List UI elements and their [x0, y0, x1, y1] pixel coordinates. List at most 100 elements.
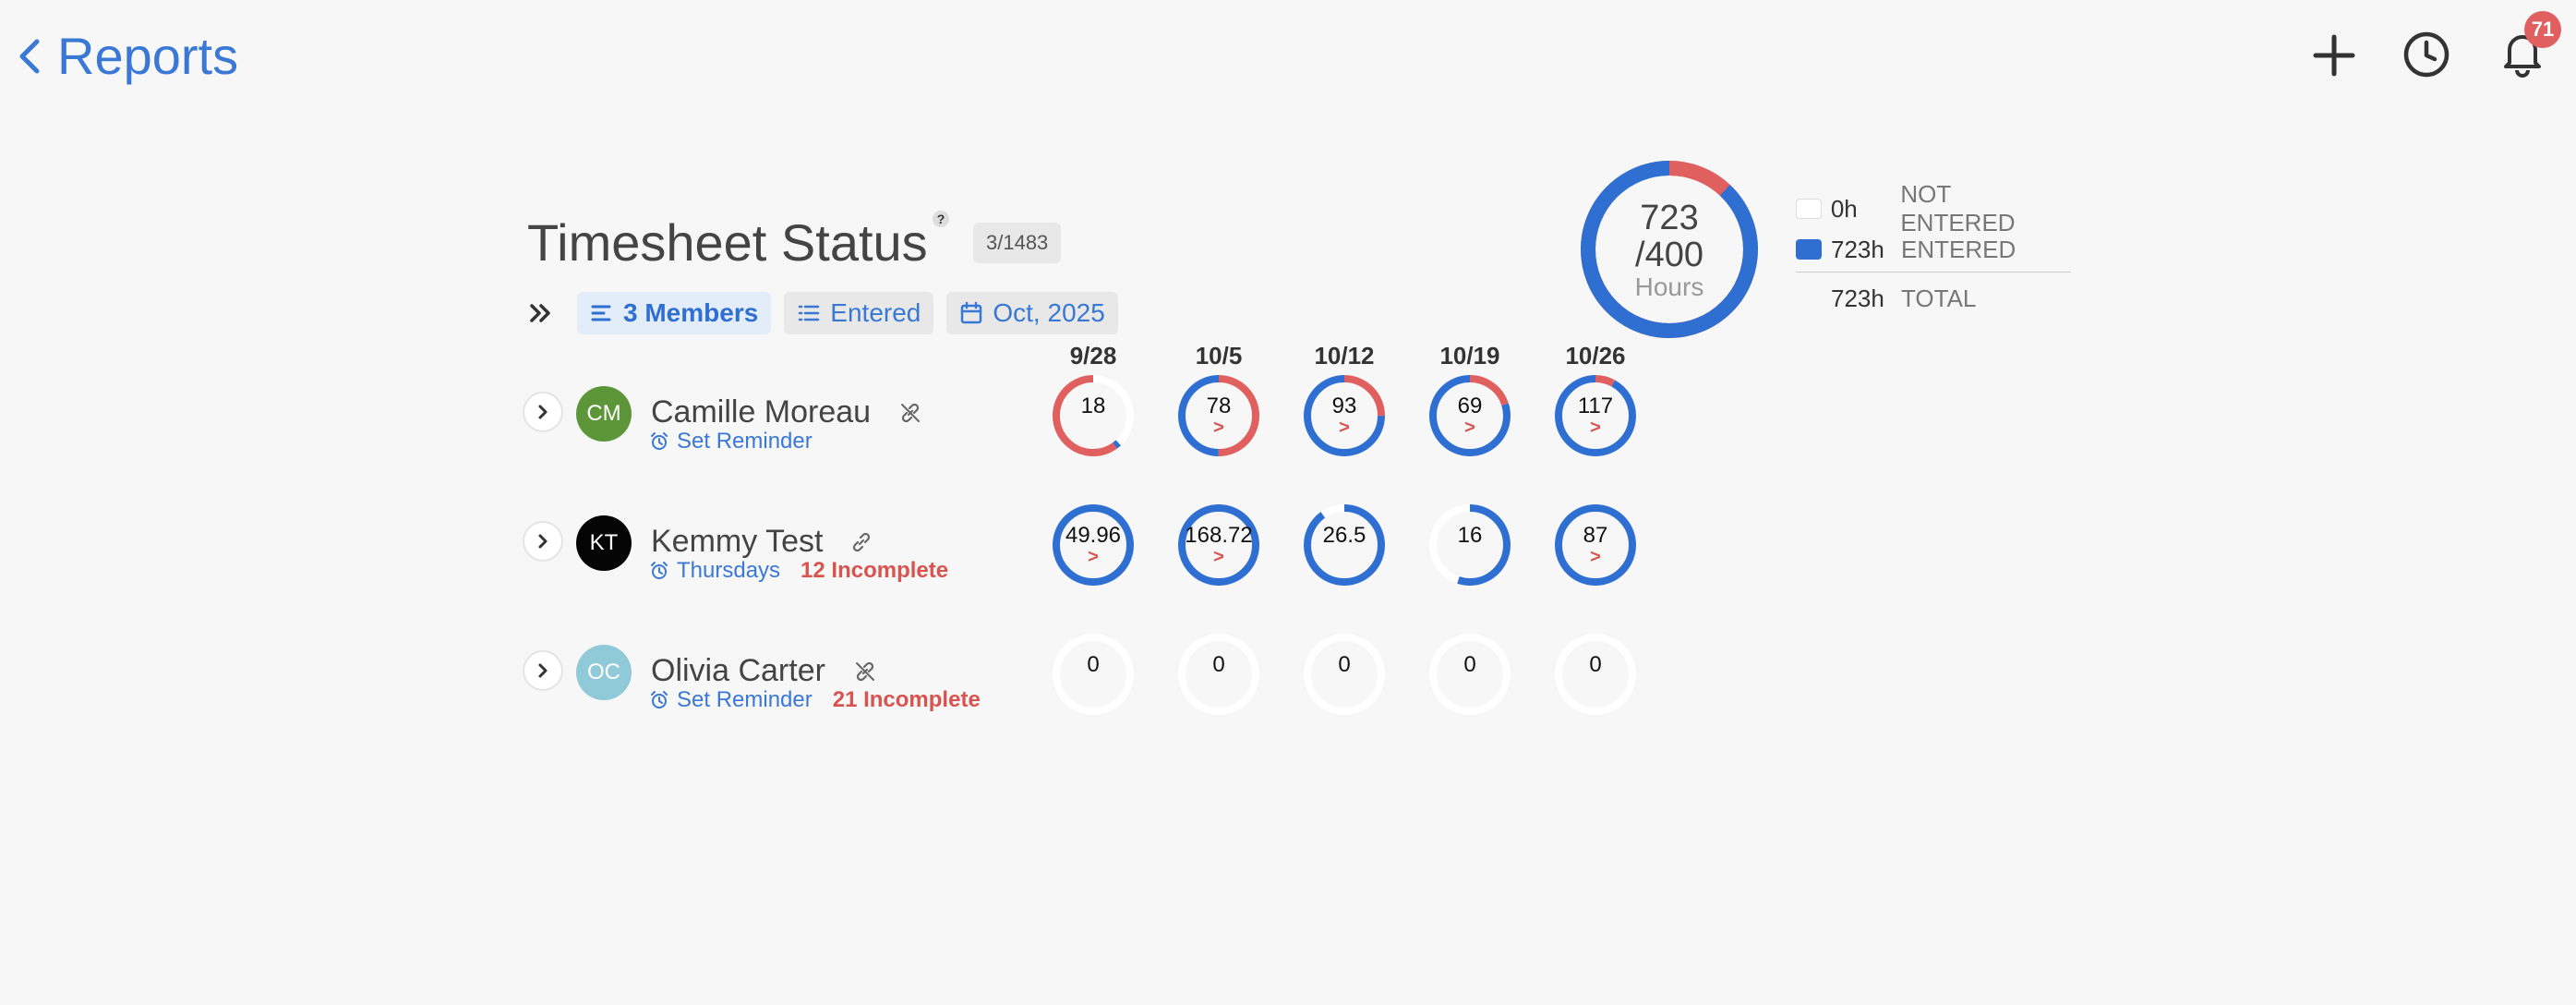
list-icon — [799, 305, 820, 321]
legend-label: ENTERED — [1901, 235, 2016, 263]
back-to-reports-link[interactable]: Reports — [17, 24, 238, 89]
ring-value: 117 — [1577, 394, 1614, 418]
incomplete-count[interactable]: 12 Incomplete — [800, 558, 948, 584]
reminder-label: Thursdays — [677, 558, 781, 583]
add-icon[interactable] — [2311, 32, 2357, 79]
help-icon[interactable]: ? — [933, 211, 949, 227]
ring-value: 16 — [1457, 523, 1483, 548]
notification-badge: 71 — [2524, 11, 2561, 48]
week-header: 9/28 — [1069, 342, 1117, 369]
row-expand-button[interactable] — [523, 392, 563, 432]
double-chevron-right-icon — [530, 304, 550, 322]
over-flag: > — [1213, 418, 1224, 438]
ring-value: 18 — [1080, 394, 1106, 418]
reminder-link[interactable]: Set Reminder — [649, 429, 813, 454]
week-hours-ring[interactable]: 168.72 > — [1176, 502, 1261, 587]
legend-label: NOT ENTERED — [1900, 180, 2016, 236]
over-flag: > — [1464, 418, 1475, 438]
over-flag: > — [1213, 547, 1224, 567]
legend-spacer — [1796, 288, 1822, 309]
ring-value: 0 — [1338, 652, 1351, 677]
status-filter-label: Entered — [830, 298, 921, 327]
reminder-label: Set Reminder — [677, 429, 813, 454]
hours-target: /400 — [1635, 236, 1703, 274]
reminder-label: Set Reminder — [677, 687, 813, 712]
chevron-right-icon — [538, 405, 548, 419]
ring-value: 0 — [1463, 652, 1476, 677]
member-name[interactable]: Kemmy Test — [651, 523, 823, 560]
hours-unit: Hours — [1634, 272, 1704, 301]
week-hours-ring[interactable]: 78 > — [1176, 373, 1261, 458]
row-expand-button[interactable] — [523, 650, 563, 691]
member-name[interactable]: Camille Moreau — [651, 394, 871, 430]
week-hours-ring[interactable]: 0 — [1051, 632, 1136, 717]
period-filter-label: Oct, 2025 — [993, 298, 1105, 327]
link-icon[interactable] — [898, 401, 922, 425]
status-filter[interactable]: Entered — [784, 292, 934, 334]
legend-label: TOTAL — [1901, 284, 1977, 312]
incomplete-count[interactable]: 21 Incomplete — [833, 687, 981, 713]
legend-value: 0h — [1830, 194, 1858, 223]
week-hours-ring[interactable]: 49.96 > — [1051, 502, 1136, 587]
alarm-clock-icon — [651, 691, 668, 708]
week-hours-ring[interactable]: 87 > — [1553, 502, 1638, 587]
ring-value: 78 — [1206, 394, 1232, 418]
row-expand-button[interactable] — [523, 521, 563, 562]
legend-value: 723h — [1831, 235, 1884, 263]
hours-entered: 723 — [1640, 199, 1699, 237]
legend-swatch-entered — [1796, 239, 1822, 260]
week-header: 10/19 — [1439, 342, 1500, 369]
week-hours-ring[interactable]: 18 — [1051, 373, 1136, 458]
week-hours-ring[interactable]: 0 — [1302, 632, 1387, 717]
week-hours-ring[interactable]: 26.5 — [1302, 502, 1387, 587]
ring-value: 26.5 — [1322, 523, 1366, 548]
members-filter-label: 3 Members — [623, 298, 759, 327]
over-flag: > — [1339, 418, 1350, 438]
align-left-icon — [591, 305, 611, 321]
count-chip: 3/1483 — [973, 223, 1062, 263]
reminder-link[interactable]: Set Reminder — [649, 687, 813, 713]
avatar: CM — [576, 386, 632, 442]
legend-value: 723h — [1831, 284, 1884, 312]
week-hours-ring[interactable]: 93 > — [1302, 373, 1387, 458]
week-hours-ring[interactable]: 0 — [1427, 632, 1512, 717]
page-title: Timesheet Status — [527, 213, 928, 272]
week-hours-ring[interactable]: 69 > — [1427, 373, 1512, 458]
period-filter[interactable]: Oct, 2025 — [946, 292, 1118, 334]
back-label: Reports — [57, 27, 239, 85]
legend-total: 723h TOTAL — [1796, 278, 2071, 319]
ring-value: 0 — [1589, 652, 1602, 677]
clock-icon[interactable] — [2401, 30, 2451, 79]
link-icon[interactable] — [849, 530, 873, 554]
notifications-button[interactable]: 71 — [2497, 11, 2561, 78]
ring-value: 168.72 — [1185, 523, 1253, 548]
ring-value: 87 — [1583, 523, 1608, 548]
link-icon[interactable] — [853, 660, 877, 684]
expand-all-button[interactable] — [527, 292, 560, 334]
member-name[interactable]: Olivia Carter — [651, 652, 825, 689]
over-flag: > — [1590, 418, 1601, 438]
ring-value: 93 — [1331, 394, 1357, 418]
week-hours-ring[interactable]: 0 — [1553, 632, 1638, 717]
chevron-left-icon — [19, 39, 40, 74]
calendar-icon — [961, 301, 982, 324]
ring-value: 69 — [1457, 394, 1483, 418]
legend-not-entered: 0h NOT ENTERED — [1796, 180, 2071, 236]
filter-toolbar: 3 Members Entered Oct, 2025 — [527, 292, 1131, 334]
hours-summary-donut: 723 /400 Hours — [1579, 159, 1760, 340]
alarm-clock-icon — [651, 562, 668, 579]
avatar: OC — [576, 645, 632, 700]
reminder-link[interactable]: Thursdays — [649, 558, 780, 584]
week-header: 10/12 — [1314, 342, 1375, 369]
member-subline: Set Reminder — [649, 429, 813, 454]
over-flag: > — [1590, 547, 1601, 567]
over-flag: > — [1088, 547, 1099, 567]
legend-swatch-not-entered — [1796, 199, 1822, 219]
members-filter[interactable]: 3 Members — [577, 292, 772, 334]
week-header: 10/26 — [1565, 342, 1626, 369]
week-hours-ring[interactable]: 0 — [1176, 632, 1261, 717]
week-hours-ring[interactable]: 117 > — [1553, 373, 1638, 458]
hours-legend: 0h NOT ENTERED 723h ENTERED 723h TOTAL — [1796, 180, 2071, 319]
member-subline: Set Reminder 21 Incomplete — [649, 687, 981, 713]
week-hours-ring[interactable]: 16 — [1427, 502, 1512, 587]
